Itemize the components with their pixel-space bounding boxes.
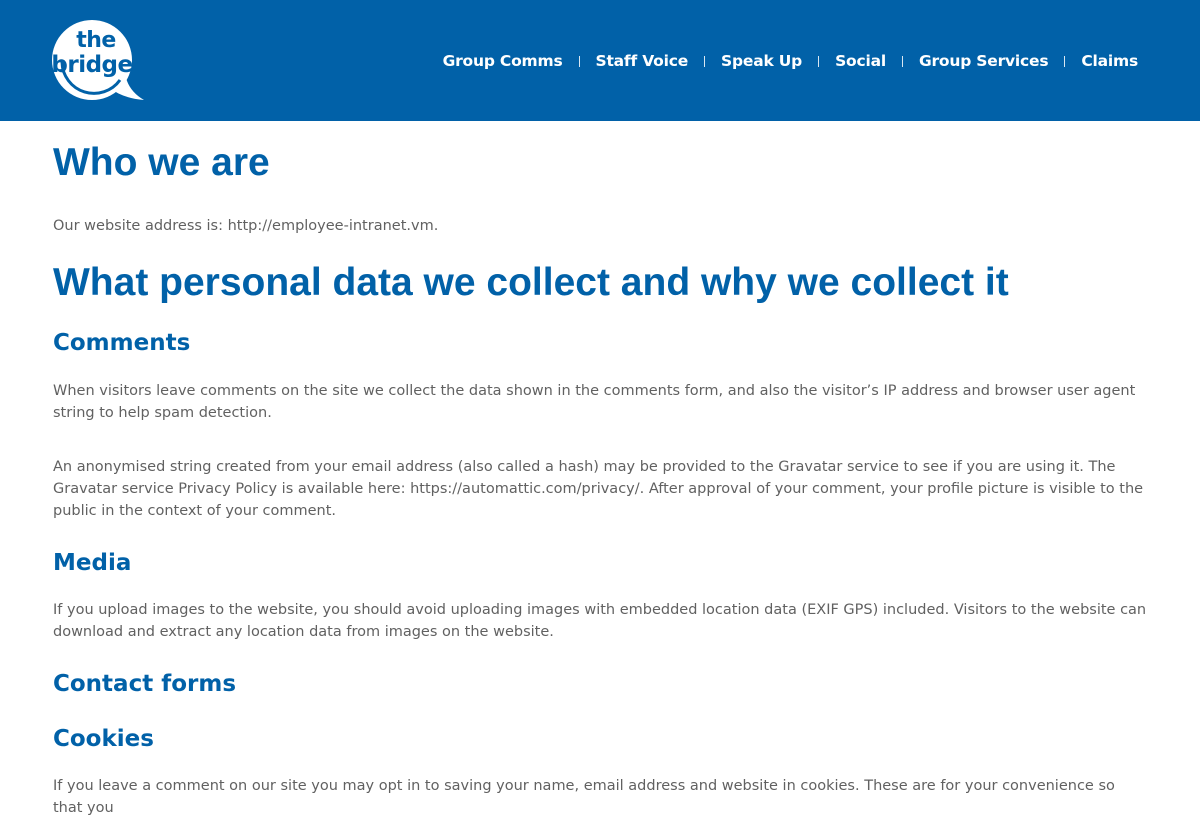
- nav-speak-up[interactable]: Speak Up: [721, 52, 802, 70]
- nav-claims[interactable]: Claims: [1081, 52, 1138, 70]
- paragraph-cookies: If you leave a comment on our site you m…: [53, 778, 1115, 816]
- nav-separator: [901, 55, 903, 67]
- site-header: the bridge Group Comms Staff Voice Speak…: [0, 0, 1200, 121]
- heading-who-we-are: Who we are: [53, 141, 270, 184]
- nav-separator: [578, 55, 580, 67]
- nav-social[interactable]: Social: [835, 52, 886, 70]
- nav-group-services[interactable]: Group Services: [919, 52, 1049, 70]
- nav-separator: [818, 55, 820, 67]
- paragraph-website-address: Our website address is: http://employee-…: [53, 218, 439, 234]
- heading-media: Media: [53, 550, 132, 576]
- heading-contact-forms: Contact forms: [53, 671, 237, 697]
- nav-separator: [704, 55, 706, 67]
- nav-staff-voice[interactable]: Staff Voice: [596, 52, 689, 70]
- paragraph-comments-2: An anonymised string created from your e…: [53, 459, 1144, 519]
- heading-personal-data: What personal data we collect and why we…: [53, 261, 1009, 304]
- logo-text-the: the: [76, 28, 116, 53]
- paragraph-media: If you upload images to the website, you…: [53, 602, 1147, 640]
- main-nav: Group Comms Staff Voice Speak Up Social …: [443, 50, 1139, 72]
- nav-group-comms[interactable]: Group Comms: [443, 52, 563, 70]
- logo-text-bridge: bridge: [51, 52, 133, 78]
- the-bridge-logo[interactable]: the bridge: [50, 18, 146, 104]
- nav-separator: [1064, 55, 1066, 67]
- heading-cookies: Cookies: [53, 726, 154, 752]
- paragraph-comments-1: When visitors leave comments on the site…: [53, 383, 1136, 421]
- heading-comments: Comments: [53, 330, 191, 356]
